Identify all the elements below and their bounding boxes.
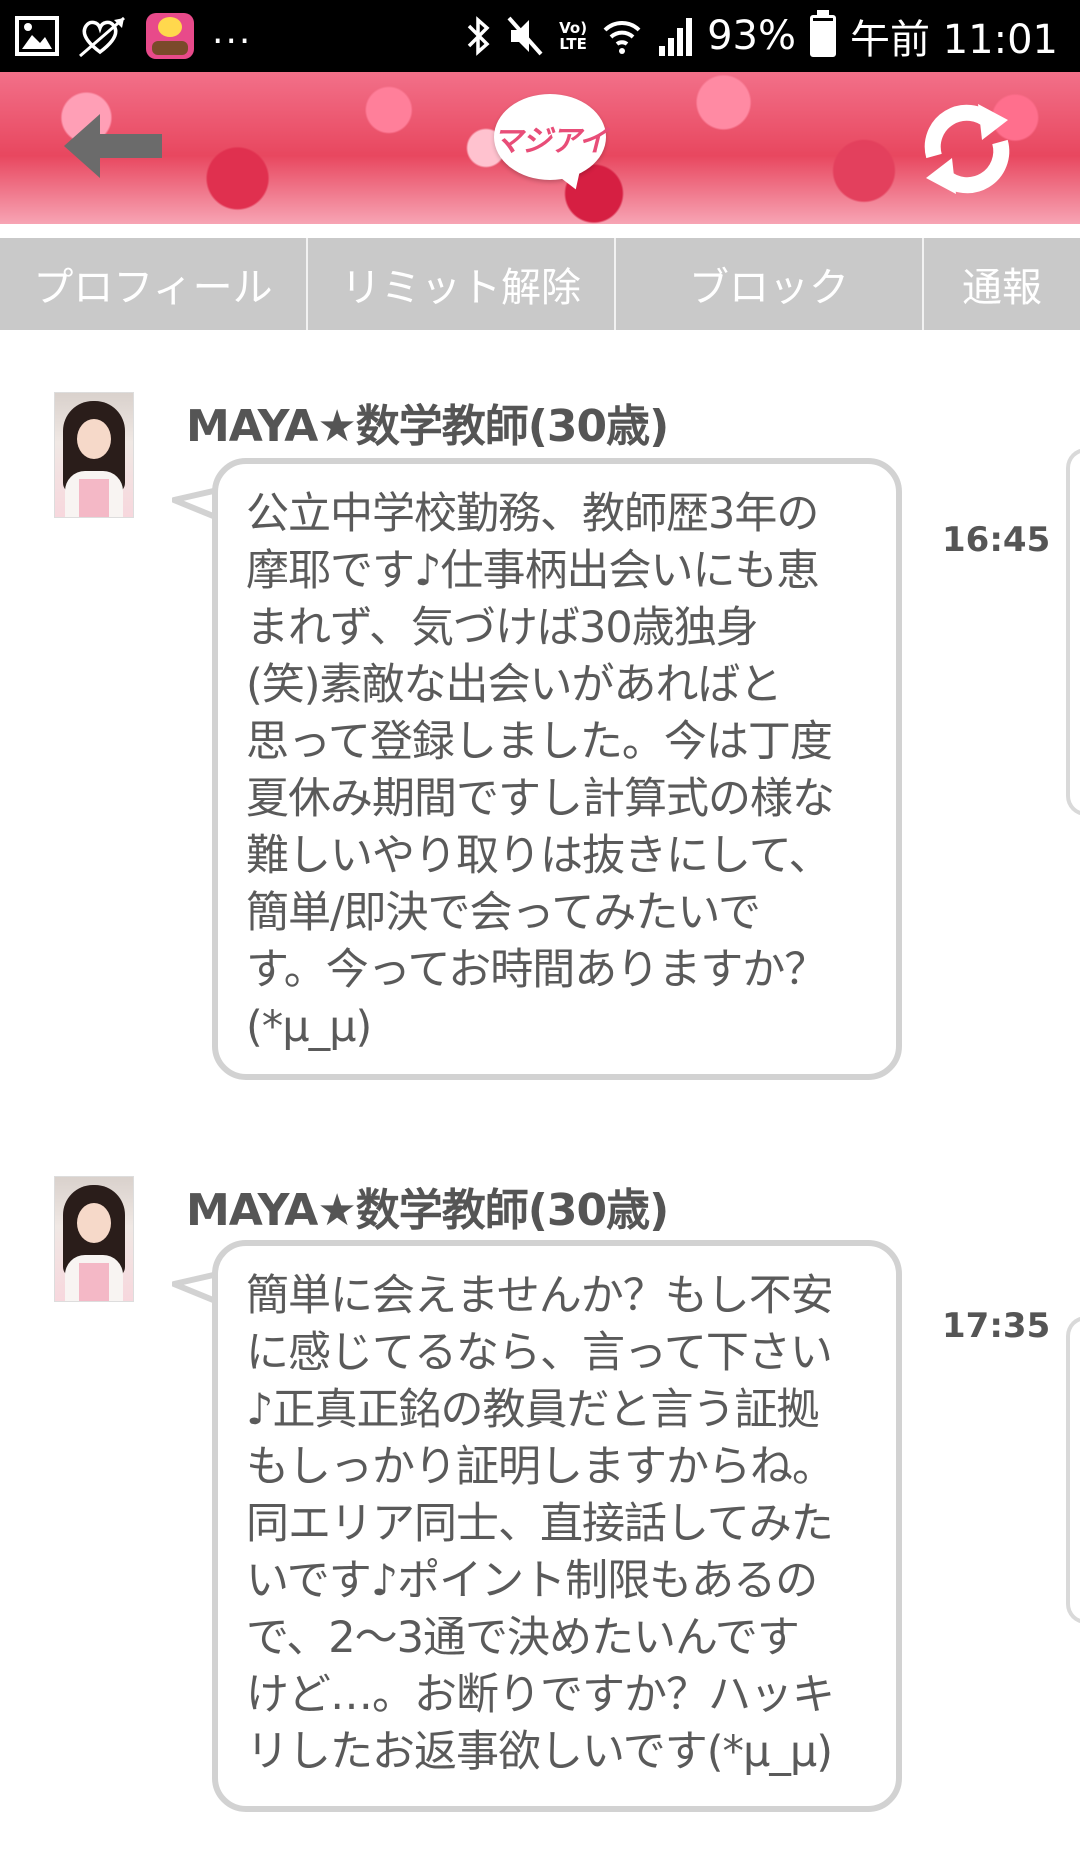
- tab-report[interactable]: 通報: [924, 238, 1080, 330]
- app-notification-icon: [146, 13, 194, 59]
- status-bar: ... Vo) LTE 93% 午前 11:01: [0, 0, 1080, 72]
- gallery-notification-icon: [15, 16, 59, 56]
- action-tab-bar: プロフィール リミット解除 ブロック 通報: [0, 238, 1080, 330]
- logo-text: マジアイ: [492, 124, 609, 159]
- signal-icon: [659, 18, 693, 56]
- volte-top-label: Vo): [559, 19, 588, 37]
- tab-profile[interactable]: プロフィール: [0, 238, 308, 330]
- mute-icon: [507, 16, 543, 56]
- wifi-icon: [603, 20, 641, 54]
- tab-block[interactable]: ブロック: [616, 238, 924, 330]
- refresh-icon[interactable]: [912, 94, 1022, 204]
- volte-indicator: Vo) LTE: [559, 20, 587, 52]
- battery-fill: [813, 20, 833, 54]
- more-notifications-indicator: ...: [212, 10, 253, 52]
- message-time: 16:45: [942, 520, 1051, 560]
- back-arrow-icon[interactable]: [60, 106, 170, 186]
- message-time: 17:35: [942, 1306, 1051, 1346]
- message-bubble: 公立中学校勤務、教師歴3年の 摩耶です♪仕事柄出会いにも恵 まれず、気づけば30…: [212, 458, 902, 1080]
- app-header: マジアイ: [0, 72, 1080, 224]
- next-bubble-edge: [1066, 1316, 1080, 1624]
- message-bubble: 簡単に会えませんか？もし不安 に感じてるなら、言って下さい ♪正真正銘の教員だと…: [212, 1240, 902, 1812]
- avatar[interactable]: [54, 392, 134, 518]
- clock: 午前 11:01: [850, 17, 1058, 63]
- sender-name: MAYA★数学教師(30歳): [186, 1185, 669, 1236]
- sender-name: MAYA★数学教師(30歳): [186, 401, 669, 452]
- tab-limit-release[interactable]: リミット解除: [308, 238, 616, 330]
- next-bubble-edge: [1066, 448, 1080, 816]
- bluetooth-icon: [467, 16, 490, 56]
- battery-percent: 93%: [707, 13, 796, 59]
- heart-arrow-notification-icon: [79, 16, 125, 58]
- app-logo: マジアイ: [488, 90, 612, 198]
- battery-icon: [810, 10, 836, 57]
- volte-bottom-label: LTE: [559, 35, 587, 53]
- avatar[interactable]: [54, 1176, 134, 1302]
